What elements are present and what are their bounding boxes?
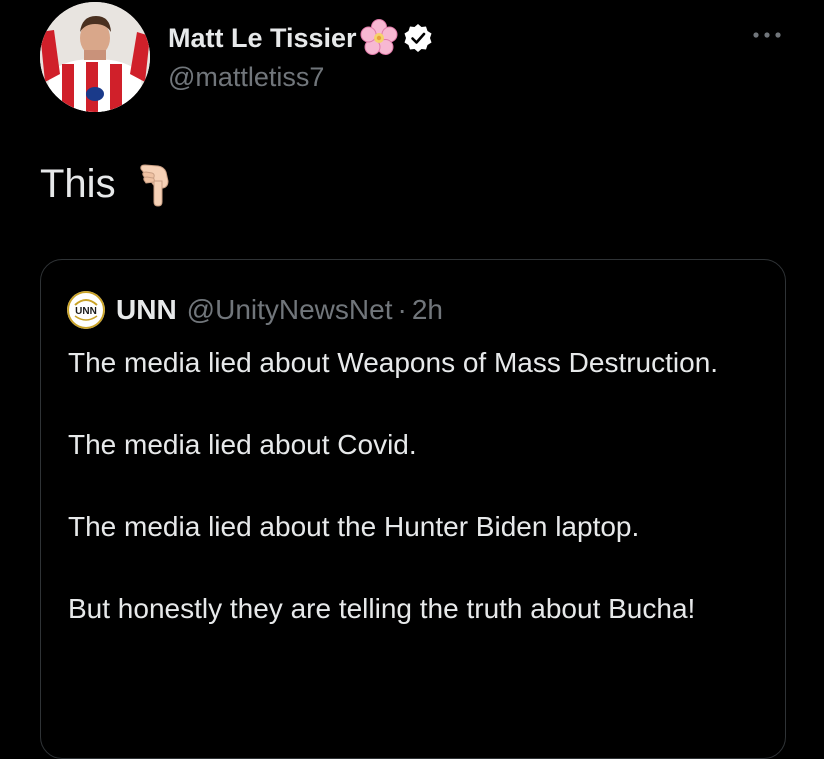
quoted-paragraph: The media lied about the Hunter Biden la… [68,511,640,542]
author-name-row[interactable]: Matt Le Tissier [168,18,433,58]
quoted-paragraph: The media lied about Weapons of Mass Des… [68,347,719,378]
more-options-button[interactable] [750,22,784,48]
quoted-paragraph: But honestly they are telling the truth … [68,593,696,624]
quoted-tweet-body: The media lied about Weapons of Mass Des… [68,342,768,670]
tweet-text: This [40,162,172,207]
quoted-tweet-card[interactable]: UNN UNN @UnityNewsNet · 2h The media lie… [40,259,786,759]
quoted-author-name[interactable]: UNN [116,294,177,326]
cherry-blossom-icon [359,18,399,58]
quoted-tweet-timestamp[interactable]: 2h [412,294,443,326]
avatar-photo [40,2,150,112]
tweet-text-content: This [40,162,116,206]
author-avatar[interactable] [40,2,150,112]
more-options-icon [753,32,781,38]
quoted-tweet-header: UNN UNN @UnityNewsNet · 2h [67,291,443,329]
author-handle[interactable]: @mattletiss7 [168,62,324,93]
quoted-author-handle[interactable]: @UnityNewsNet [187,294,393,326]
verified-badge-icon [403,23,433,53]
header-separator: · [397,294,407,325]
unn-avatar-text: UNN [75,306,97,317]
quoted-paragraph: The media lied about Covid. [68,429,417,460]
unn-logo-icon: UNN [67,291,105,329]
unn-avatar[interactable]: UNN [67,291,105,329]
author-display-name[interactable]: Matt Le Tissier [168,23,357,54]
pointing-down-hand-icon [138,163,172,207]
